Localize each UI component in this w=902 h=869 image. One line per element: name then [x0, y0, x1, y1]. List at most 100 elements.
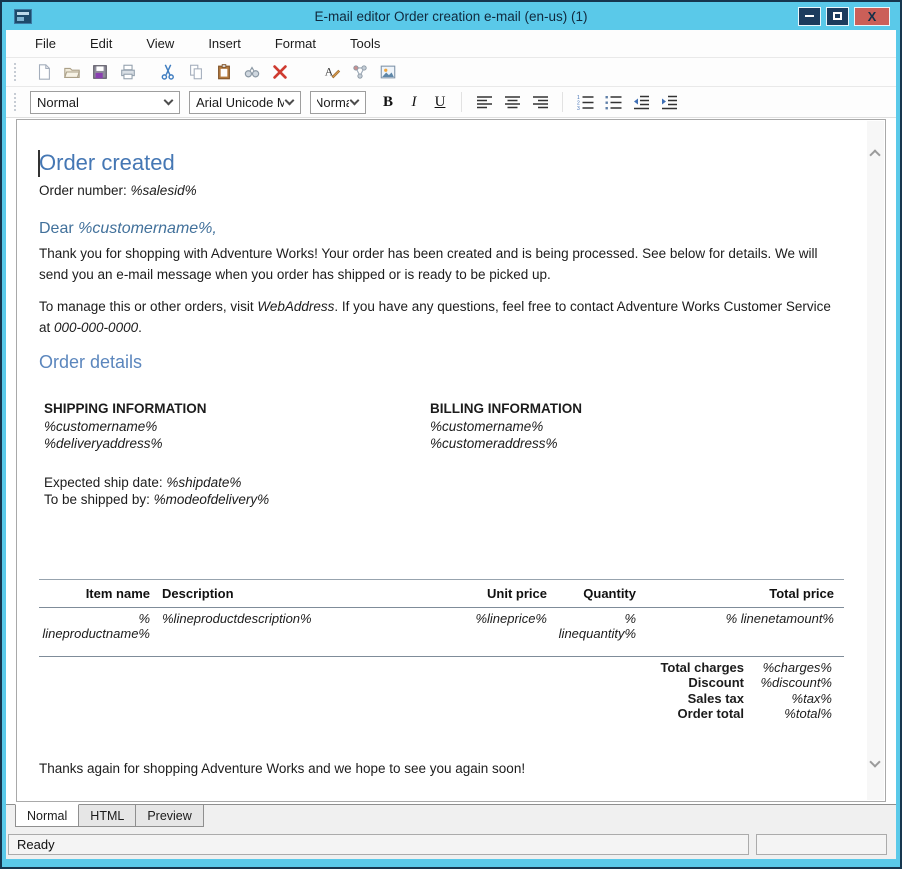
- scroll-up-icon[interactable]: [869, 149, 880, 160]
- maximize-icon: [833, 12, 842, 20]
- status-extra-panel: [756, 834, 887, 855]
- ship-info-lines: Expected ship date: %shipdate% To be shi…: [44, 474, 840, 509]
- order-total-label: Order total: [678, 706, 744, 722]
- shipping-customer-name: %customername%: [44, 418, 430, 436]
- cut-icon: [159, 63, 177, 81]
- increase-indent-button[interactable]: [655, 90, 683, 114]
- thank-you-paragraph: Thank you for shopping with Adventure Wo…: [39, 243, 840, 285]
- email-body-editor[interactable]: Order created Order number: %salesid% De…: [17, 120, 866, 801]
- ship-date-placeholder: %shipdate%: [166, 475, 241, 490]
- relationships-button[interactable]: [346, 60, 374, 84]
- bullet-list-button[interactable]: [599, 90, 627, 114]
- email-heading: Order created: [39, 149, 840, 176]
- toolbar-grip[interactable]: [14, 63, 20, 81]
- menu-bar: File Edit View Insert Format Tools: [6, 30, 896, 58]
- close-icon: X: [868, 10, 877, 23]
- document-wrapper: Order created Order number: %salesid% De…: [6, 118, 896, 804]
- billing-information: BILLING INFORMATION %customername% %cust…: [430, 400, 582, 453]
- header-total-price: Total price: [636, 579, 844, 607]
- sales-tax-value: %tax%: [744, 691, 844, 707]
- find-button[interactable]: [238, 60, 266, 84]
- minimize-button[interactable]: [798, 7, 821, 26]
- shipped-by-line: To be shipped by: %modeofdelivery%: [44, 491, 840, 509]
- increase-indent-icon: [661, 94, 678, 111]
- print-icon: [119, 63, 137, 81]
- salutation-prefix: Dear: [39, 220, 78, 237]
- paste-button[interactable]: [210, 60, 238, 84]
- manage-orders-paragraph: To manage this or other orders, visit We…: [39, 296, 840, 338]
- billing-title: BILLING INFORMATION: [430, 400, 582, 418]
- ship-by-label: To be shipped by:: [44, 492, 154, 507]
- underline-button[interactable]: U: [427, 90, 453, 114]
- header-description: Description: [150, 579, 448, 607]
- tab-normal[interactable]: Normal: [15, 804, 79, 827]
- print-button[interactable]: [114, 60, 142, 84]
- cell-unit-price: %lineprice%: [448, 607, 547, 656]
- chevron-down-icon: [350, 96, 360, 106]
- font-button[interactable]: A: [318, 60, 346, 84]
- menu-file[interactable]: File: [18, 31, 73, 56]
- italic-button[interactable]: I: [401, 90, 427, 114]
- order-items-table: Item name Description Unit price Quantit…: [39, 579, 844, 657]
- titlebar[interactable]: E-mail editor Order creation e-mail (en-…: [6, 2, 896, 30]
- format-separator: [461, 92, 462, 112]
- app-body: File Edit View Insert Format Tools: [6, 30, 896, 859]
- svg-text:3: 3: [577, 106, 580, 111]
- web-address-placeholder: WebAddress: [257, 299, 334, 314]
- find-icon: [243, 63, 261, 81]
- new-document-icon: [35, 63, 53, 81]
- order-total-value: %total%: [744, 706, 844, 722]
- view-tabs: Normal HTML Preview: [6, 804, 896, 829]
- expected-ship-date-line: Expected ship date: %shipdate%: [44, 474, 840, 492]
- scroll-down-icon[interactable]: [869, 756, 880, 767]
- menu-insert[interactable]: Insert: [191, 31, 258, 56]
- insert-picture-button[interactable]: [374, 60, 402, 84]
- font-size-dropdown[interactable]: Normal: [310, 91, 366, 114]
- font-family-value: Arial Unicode MS: [196, 95, 284, 110]
- salutation-line: Dear %customername%,: [39, 219, 840, 238]
- save-icon: [91, 63, 109, 81]
- formatbar-grip[interactable]: [14, 93, 20, 111]
- copy-button[interactable]: [182, 60, 210, 84]
- header-quantity: Quantity: [547, 579, 636, 607]
- save-button[interactable]: [86, 60, 114, 84]
- total-charges-value: %charges%: [744, 660, 844, 676]
- font-family-dropdown[interactable]: Arial Unicode MS: [189, 91, 301, 114]
- align-left-icon: [476, 94, 493, 111]
- sales-tax-row: Sales tax %tax%: [39, 691, 844, 707]
- text-caret: [38, 150, 40, 177]
- align-right-button[interactable]: [526, 90, 554, 114]
- new-document-button[interactable]: [30, 60, 58, 84]
- delete-icon: [271, 63, 289, 81]
- numbered-list-button[interactable]: 1 2 3: [571, 90, 599, 114]
- phone-placeholder: 000-000-0000: [54, 320, 138, 335]
- discount-label: Discount: [688, 675, 744, 691]
- open-button[interactable]: [58, 60, 86, 84]
- decrease-indent-icon: [633, 94, 650, 111]
- tab-html[interactable]: HTML: [78, 805, 136, 827]
- align-center-button[interactable]: [498, 90, 526, 114]
- maximize-button[interactable]: [826, 7, 849, 26]
- menu-tools[interactable]: Tools: [333, 31, 397, 56]
- window-controls: X: [798, 7, 890, 26]
- tab-preview[interactable]: Preview: [135, 805, 203, 827]
- decrease-indent-button[interactable]: [627, 90, 655, 114]
- vertical-scrollbar[interactable]: [867, 121, 884, 800]
- chevron-down-icon: [164, 96, 174, 106]
- status-text: Ready: [17, 837, 55, 852]
- menu-edit[interactable]: Edit: [73, 31, 129, 56]
- delete-button[interactable]: [266, 60, 294, 84]
- para2-prefix: To manage this or other orders, visit: [39, 299, 257, 314]
- open-folder-icon: [63, 63, 81, 81]
- close-button[interactable]: X: [854, 7, 890, 26]
- shipping-delivery-address: %deliveryaddress%: [44, 435, 430, 453]
- cut-button[interactable]: [154, 60, 182, 84]
- align-left-button[interactable]: [470, 90, 498, 114]
- menu-view[interactable]: View: [129, 31, 191, 56]
- status-message-panel: Ready: [8, 834, 749, 855]
- bold-button[interactable]: B: [375, 90, 401, 114]
- discount-value: %discount%: [744, 675, 844, 691]
- menu-format[interactable]: Format: [258, 31, 333, 56]
- paragraph-style-dropdown[interactable]: Normal: [30, 91, 180, 114]
- customer-name-placeholder: %customername%,: [78, 220, 217, 237]
